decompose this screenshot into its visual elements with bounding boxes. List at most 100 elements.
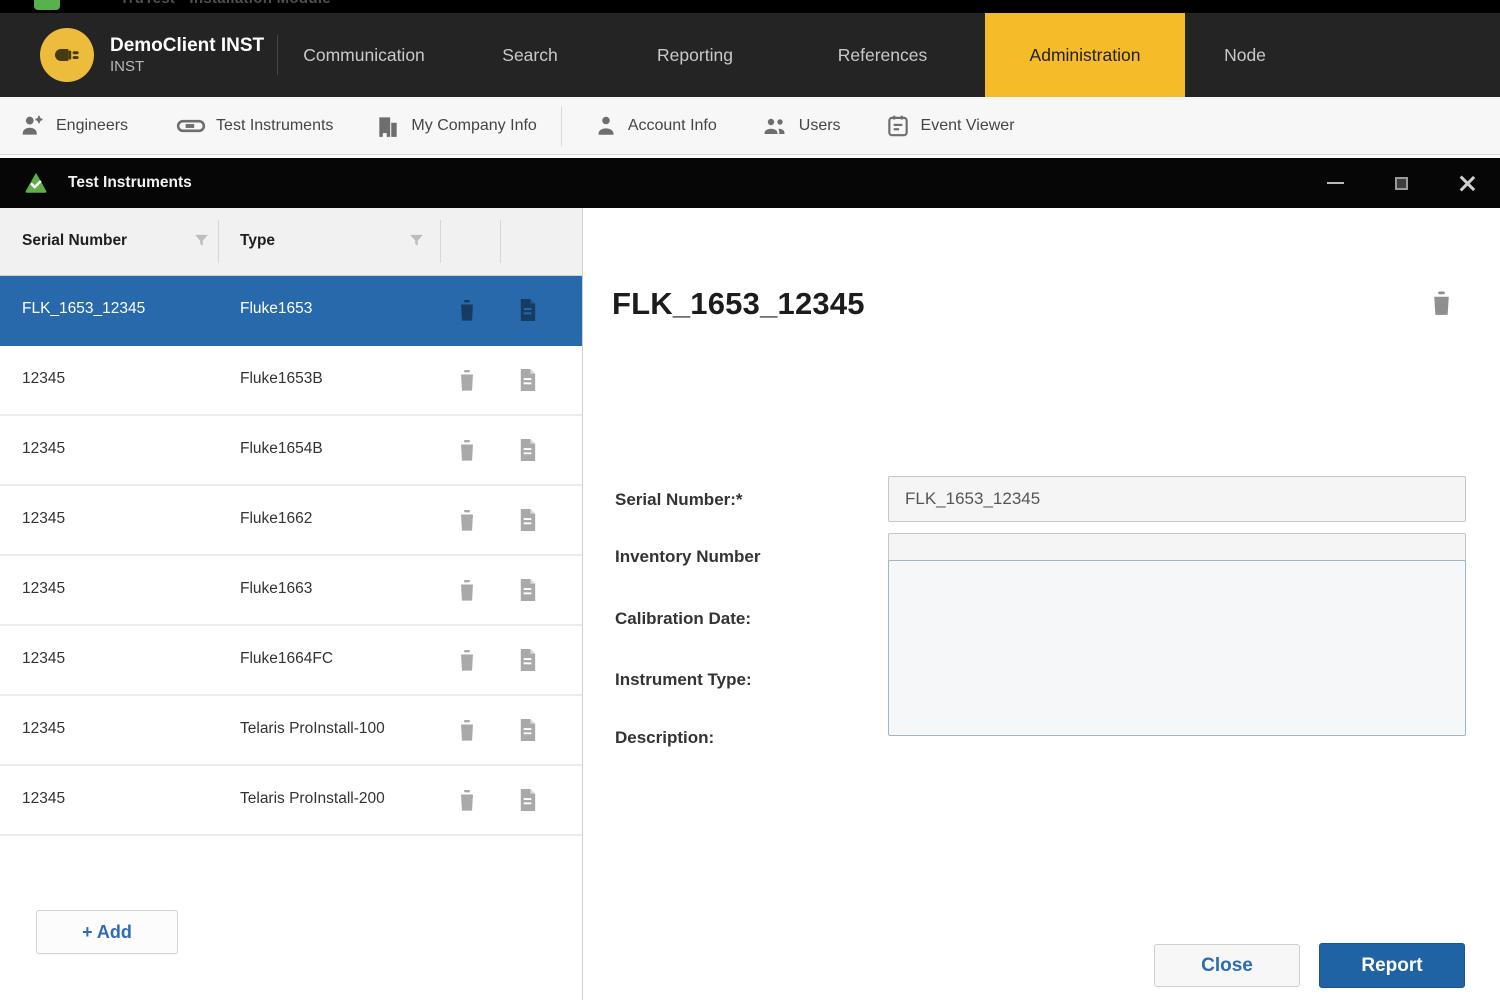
nav-administration[interactable]: Administration xyxy=(985,13,1185,97)
column-divider xyxy=(218,220,219,263)
filter-icon-type[interactable] xyxy=(408,232,425,254)
test-instruments-window: Test Instruments Serial Number Type xyxy=(0,158,1500,1000)
toolbar-my-company-info-label: My Company Info xyxy=(411,117,536,135)
toolbar-users-label: Users xyxy=(799,117,841,135)
maximize-button[interactable] xyxy=(1368,158,1434,208)
app-logo-icon xyxy=(34,0,60,10)
plug-icon xyxy=(51,39,83,71)
delete-row-icon[interactable] xyxy=(456,298,478,328)
row-report-icon[interactable] xyxy=(516,437,539,468)
row-serial-number: 12345 xyxy=(22,720,65,738)
engineer-icon xyxy=(20,113,46,139)
table-row[interactable]: 12345 Telaris ProInstall-100 xyxy=(0,696,582,766)
toolbar-event-viewer-label: Event Viewer xyxy=(921,117,1015,135)
close-icon xyxy=(1459,175,1475,191)
row-serial-number: 12345 xyxy=(22,650,65,668)
client-subtitle: INST xyxy=(110,58,264,77)
toolbar-test-instruments[interactable]: Test Instruments xyxy=(176,113,333,139)
row-type: Fluke1653B xyxy=(240,370,323,388)
row-serial-number: 12345 xyxy=(22,510,65,528)
add-instrument-button[interactable]: + Add xyxy=(36,910,178,954)
description-textarea[interactable] xyxy=(888,560,1466,736)
os-window-title: TruTest - Installation Module xyxy=(120,0,331,7)
nav-node[interactable]: Node xyxy=(1185,13,1305,97)
toolbar-divider xyxy=(561,106,562,146)
toolbar-my-company-info[interactable]: My Company Info xyxy=(375,113,536,139)
row-serial-number: 12345 xyxy=(22,790,65,808)
toolbar-account-info[interactable]: Account Info xyxy=(594,114,717,138)
window-app-icon xyxy=(22,170,50,196)
table-row[interactable]: 12345 Fluke1654B xyxy=(0,416,582,486)
event-viewer-icon xyxy=(885,113,911,139)
client-avatar xyxy=(40,28,94,82)
nav-communication[interactable]: Communication xyxy=(278,13,450,97)
instrument-detail-panel: FLK_1653_12345 Serial Number:* Inventory… xyxy=(584,208,1500,1000)
toolbar-event-viewer[interactable]: Event Viewer xyxy=(885,113,1015,139)
maximize-icon xyxy=(1395,177,1408,190)
serial-number-input[interactable] xyxy=(888,476,1466,522)
toolbar-users[interactable]: Users xyxy=(761,114,841,138)
minimize-button[interactable] xyxy=(1302,158,1368,208)
row-type: Telaris ProInstall-200 xyxy=(240,790,385,808)
row-report-icon[interactable] xyxy=(516,297,539,328)
calibration-date-label: Calibration Date: xyxy=(615,609,751,629)
row-report-icon[interactable] xyxy=(516,507,539,538)
table-body: FLK_1653_12345 Fluke1653 12345 Fluke1653… xyxy=(0,276,582,836)
window-title: Test Instruments xyxy=(68,174,192,192)
column-serial-number[interactable]: Serial Number xyxy=(22,232,127,250)
delete-row-icon[interactable] xyxy=(456,788,478,818)
table-row[interactable]: 12345 Fluke1663 xyxy=(0,556,582,626)
close-detail-button[interactable]: Close xyxy=(1154,944,1300,987)
report-button[interactable]: Report xyxy=(1319,943,1465,988)
row-serial-number: 12345 xyxy=(22,440,65,458)
person-icon xyxy=(594,114,618,138)
client-name: DemoClient INST xyxy=(110,34,264,58)
delete-row-icon[interactable] xyxy=(456,438,478,468)
table-row[interactable]: FLK_1653_12345 Fluke1653 xyxy=(0,276,582,346)
main-header: DemoClient INST INST Communication Searc… xyxy=(0,13,1500,97)
row-report-icon[interactable] xyxy=(516,577,539,608)
toolbar-engineers[interactable]: Engineers xyxy=(20,113,128,139)
toolbar-account-info-label: Account Info xyxy=(628,117,717,135)
row-type: Fluke1654B xyxy=(240,440,323,458)
column-type[interactable]: Type xyxy=(240,232,275,250)
instruments-list-panel: Serial Number Type FLK_1653_12345 Fluke1… xyxy=(0,208,583,1000)
row-type: Fluke1653 xyxy=(240,300,312,318)
delete-instrument-icon[interactable] xyxy=(1429,290,1454,322)
main-nav: Communication Search Reporting Reference… xyxy=(278,13,1500,97)
delete-row-icon[interactable] xyxy=(456,648,478,678)
nav-reporting[interactable]: Reporting xyxy=(610,13,780,97)
delete-row-icon[interactable] xyxy=(456,508,478,538)
os-title-strip: TruTest - Installation Module xyxy=(0,0,1500,13)
client-info: DemoClient INST INST xyxy=(0,13,277,97)
row-report-icon[interactable] xyxy=(516,647,539,678)
delete-row-icon[interactable] xyxy=(456,578,478,608)
table-header: Serial Number Type xyxy=(0,208,582,276)
app-root: TruTest - Installation Module DemoClient… xyxy=(0,0,1500,1000)
column-divider xyxy=(440,220,441,263)
row-type: Fluke1663 xyxy=(240,580,312,598)
serial-number-label: Serial Number:* xyxy=(615,490,743,510)
table-row[interactable]: 12345 Fluke1662 xyxy=(0,486,582,556)
row-serial-number: FLK_1653_12345 xyxy=(22,300,145,318)
users-icon xyxy=(761,114,789,138)
row-type: Fluke1662 xyxy=(240,510,312,528)
row-report-icon[interactable] xyxy=(516,367,539,398)
window-titlebar: Test Instruments xyxy=(0,158,1500,208)
row-serial-number: 12345 xyxy=(22,580,65,598)
delete-row-icon[interactable] xyxy=(456,368,478,398)
close-button[interactable] xyxy=(1434,158,1500,208)
row-report-icon[interactable] xyxy=(516,717,539,748)
table-row[interactable]: 12345 Telaris ProInstall-200 xyxy=(0,766,582,836)
nav-search[interactable]: Search xyxy=(450,13,610,97)
filter-icon-serial[interactable] xyxy=(193,232,210,254)
row-report-icon[interactable] xyxy=(516,787,539,818)
admin-toolbar: Engineers Test Instruments My Company In… xyxy=(0,97,1500,155)
nav-references[interactable]: References xyxy=(780,13,985,97)
detail-title: FLK_1653_12345 xyxy=(612,286,865,322)
building-icon xyxy=(375,113,401,139)
table-row[interactable]: 12345 Fluke1653B xyxy=(0,346,582,416)
inventory-number-label: Inventory Number xyxy=(615,547,760,567)
table-row[interactable]: 12345 Fluke1664FC xyxy=(0,626,582,696)
delete-row-icon[interactable] xyxy=(456,718,478,748)
